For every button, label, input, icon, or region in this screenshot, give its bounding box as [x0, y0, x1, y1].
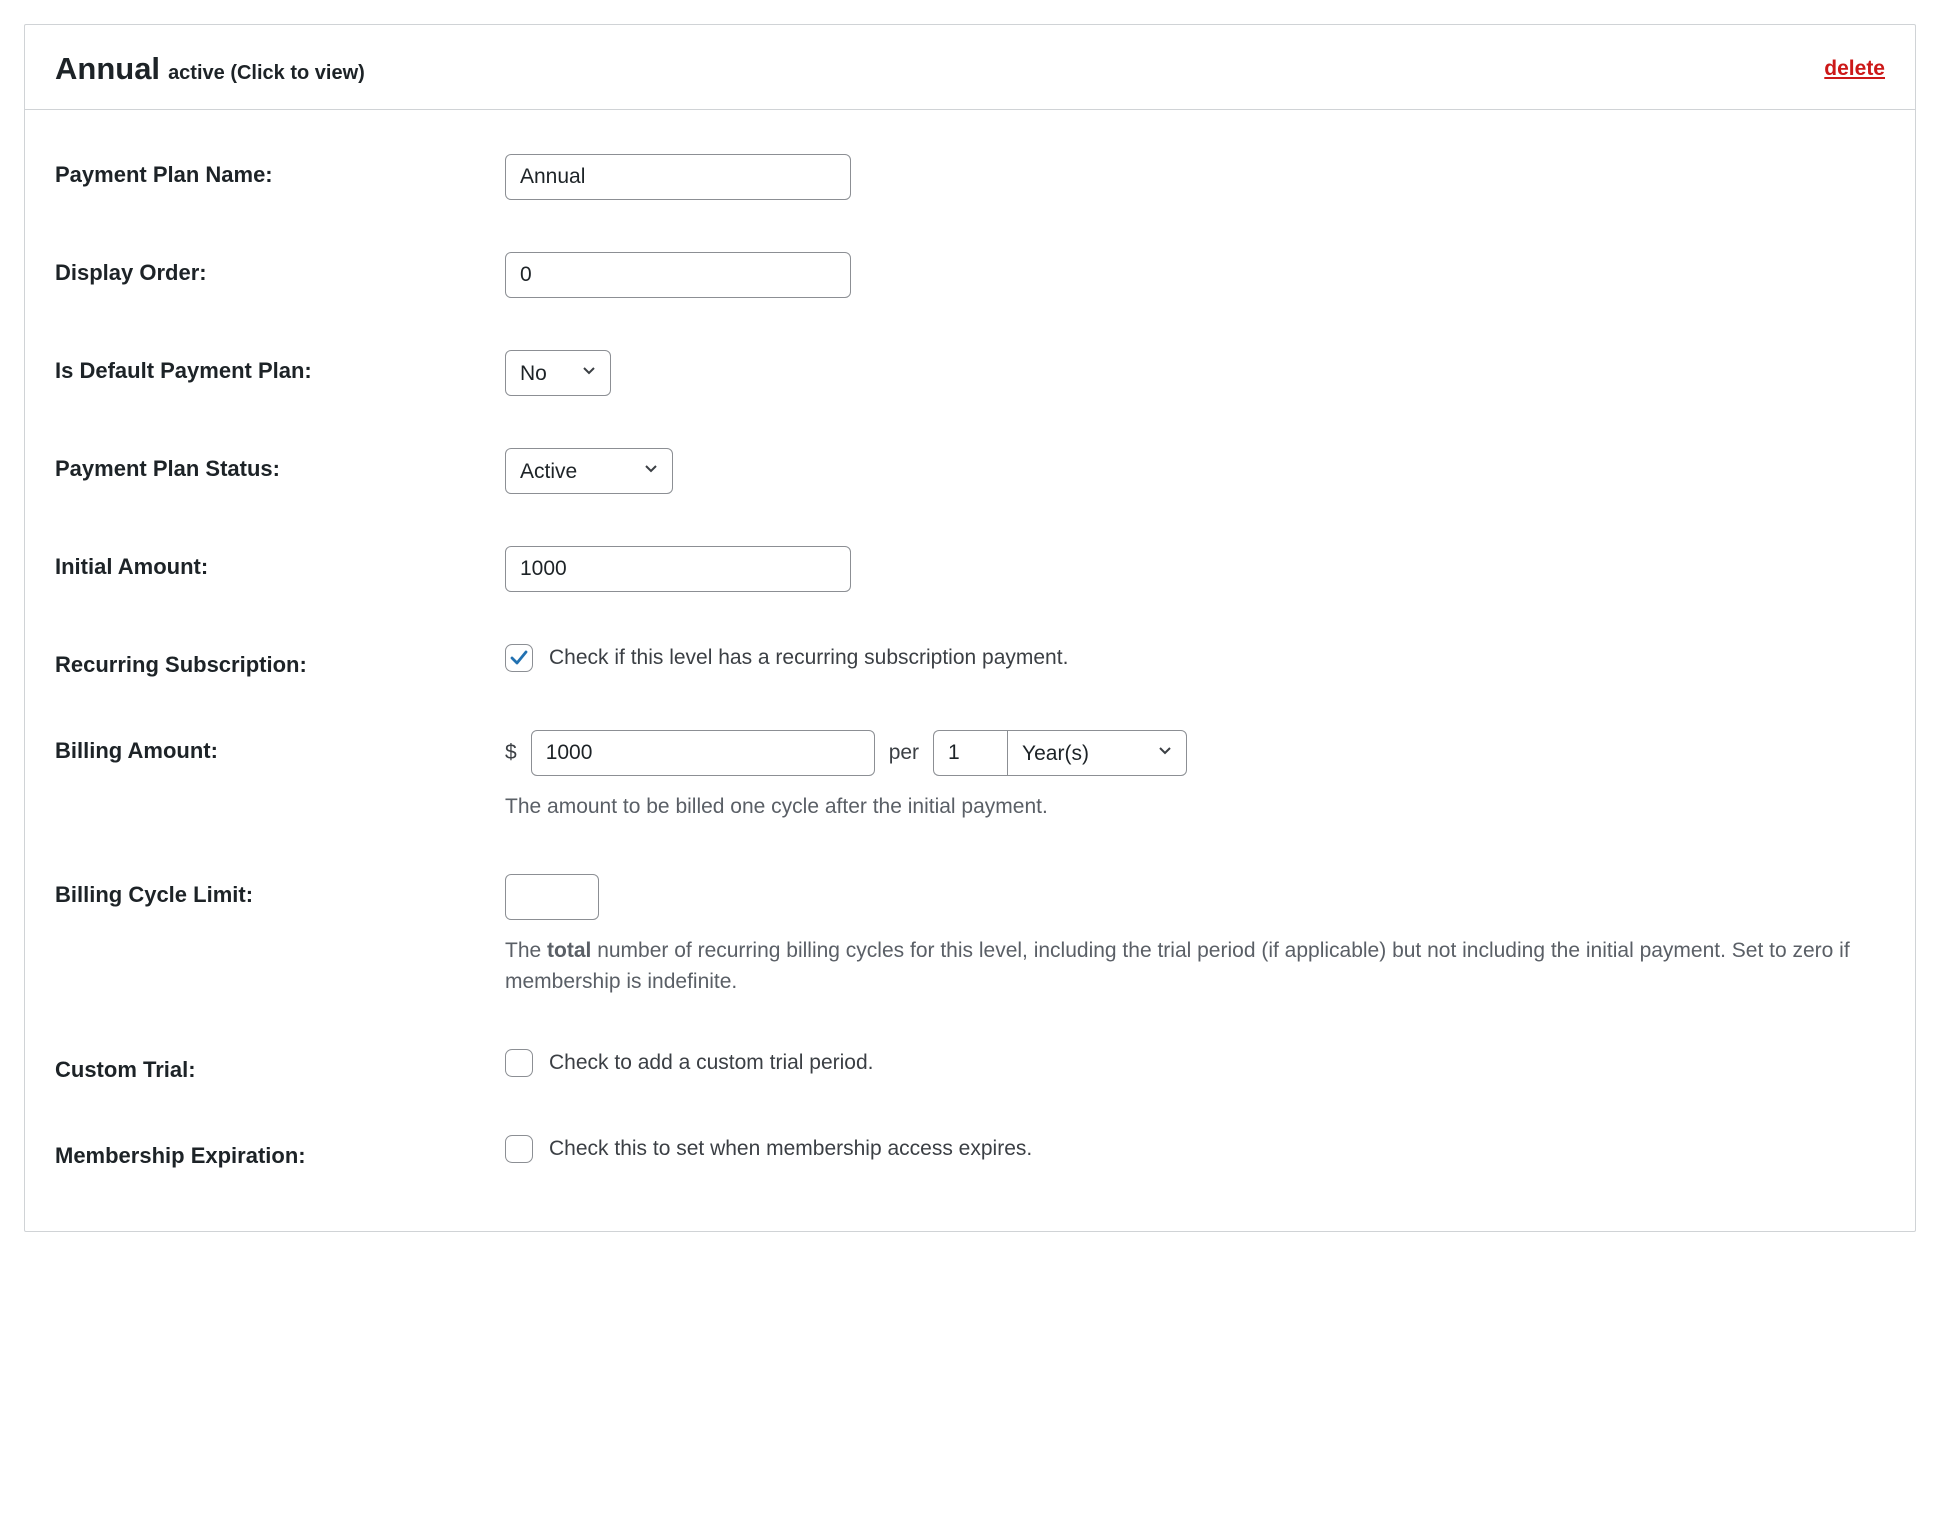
is-default-select[interactable]: No [505, 350, 611, 396]
label-expiration: Membership Expiration: [55, 1135, 505, 1169]
status-select[interactable]: Active [505, 448, 673, 494]
panel-header[interactable]: Annual active (Click to view) delete [25, 25, 1915, 110]
recurring-checkbox-label: Check if this level has a recurring subs… [549, 646, 1068, 670]
label-plan-name: Payment Plan Name: [55, 154, 505, 188]
panel-subtitle: active (Click to view) [168, 62, 365, 85]
label-recurring: Recurring Subscription: [55, 644, 505, 678]
row-display-order: Display Order: [55, 226, 1885, 324]
initial-amount-input[interactable] [505, 546, 851, 592]
label-billing-amount: Billing Amount: [55, 730, 505, 764]
custom-trial-checkbox[interactable] [505, 1049, 533, 1077]
label-initial-amount: Initial Amount: [55, 546, 505, 580]
row-recurring: Recurring Subscription: Check if this le… [55, 618, 1885, 704]
cycle-limit-input[interactable] [505, 874, 599, 920]
row-status: Payment Plan Status: Active [55, 422, 1885, 520]
expiration-checkbox[interactable] [505, 1135, 533, 1163]
row-plan-name: Payment Plan Name: [55, 128, 1885, 226]
delete-link[interactable]: delete [1824, 57, 1885, 81]
display-order-input[interactable] [505, 252, 851, 298]
cycle-limit-help: The total number of recurring billing cy… [505, 936, 1885, 997]
custom-trial-checkbox-label: Check to add a custom trial period. [549, 1051, 874, 1075]
recurring-checkbox[interactable] [505, 644, 533, 672]
label-display-order: Display Order: [55, 252, 505, 286]
panel-title: Annual [55, 51, 160, 87]
row-billing-amount: Billing Amount: $ per Year(s) [55, 704, 1885, 848]
billing-amount-help: The amount to be billed one cycle after … [505, 792, 1885, 822]
label-is-default: Is Default Payment Plan: [55, 350, 505, 384]
row-initial-amount: Initial Amount: [55, 520, 1885, 618]
row-is-default: Is Default Payment Plan: No [55, 324, 1885, 422]
per-label: per [885, 741, 923, 765]
payment-plan-panel: Annual active (Click to view) delete Pay… [24, 24, 1916, 1232]
billing-amount-input[interactable] [531, 730, 875, 776]
row-cycle-limit: Billing Cycle Limit: The total number of… [55, 848, 1885, 1023]
label-cycle-limit: Billing Cycle Limit: [55, 874, 505, 908]
check-icon [509, 648, 529, 668]
billing-count-input[interactable] [933, 730, 1007, 776]
billing-unit-select[interactable]: Year(s) [1007, 730, 1187, 776]
expiration-checkbox-label: Check this to set when membership access… [549, 1137, 1032, 1161]
plan-name-input[interactable] [505, 154, 851, 200]
panel-title-group: Annual active (Click to view) [55, 51, 365, 87]
label-status: Payment Plan Status: [55, 448, 505, 482]
label-custom-trial: Custom Trial: [55, 1049, 505, 1083]
panel-body: Payment Plan Name: Display Order: Is Def… [25, 110, 1915, 1231]
row-expiration: Membership Expiration: Check this to set… [55, 1109, 1885, 1195]
row-custom-trial: Custom Trial: Check to add a custom tria… [55, 1023, 1885, 1109]
currency-symbol: $ [505, 741, 521, 765]
